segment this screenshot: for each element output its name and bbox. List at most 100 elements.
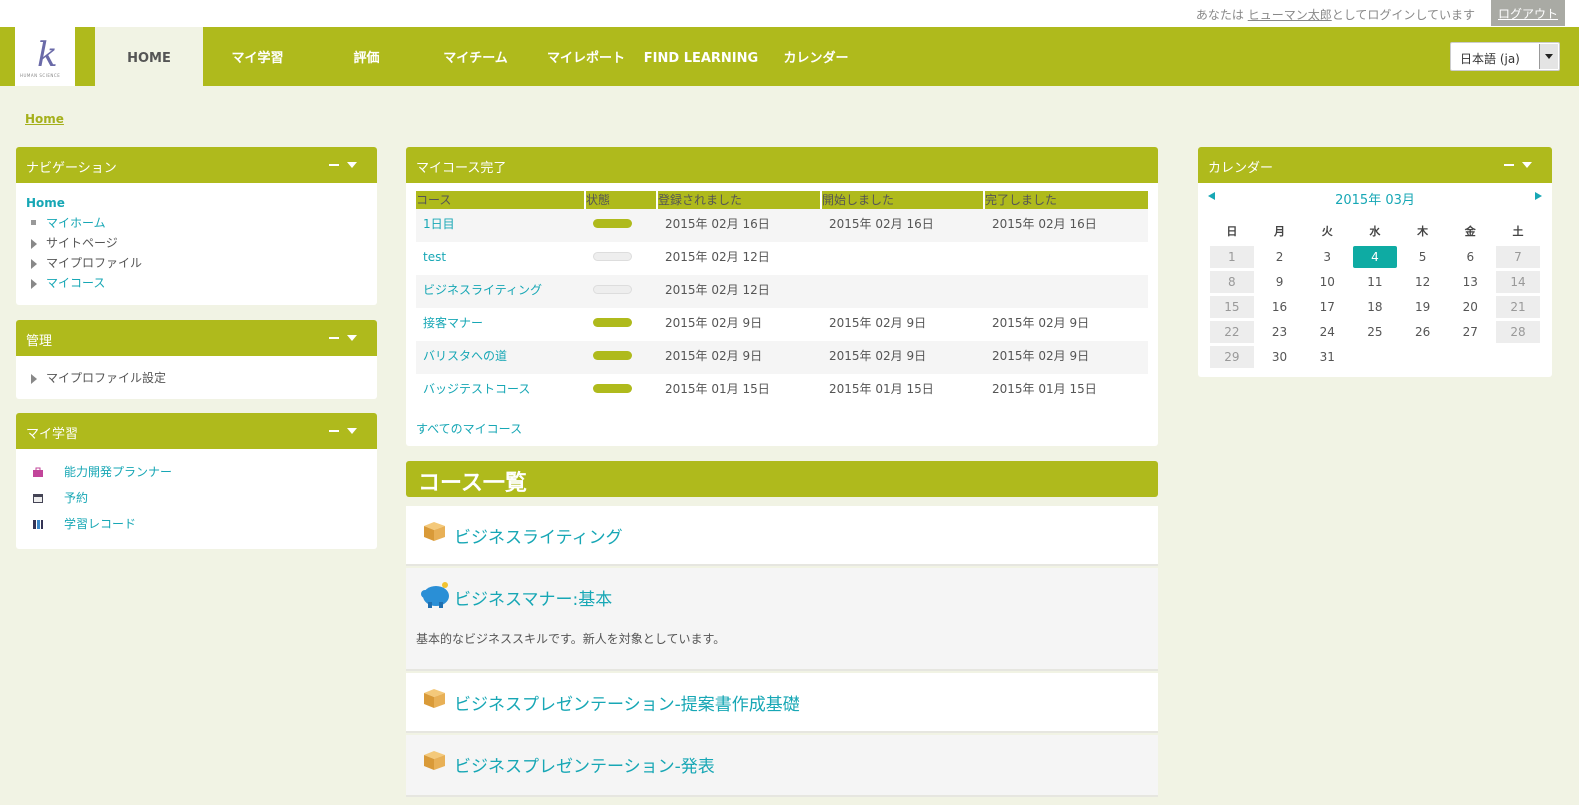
course-link[interactable]: 接客マナー [416, 308, 586, 341]
collapse-icon[interactable] [329, 336, 339, 339]
chevron-down-icon[interactable] [1539, 44, 1558, 69]
calendar-empty-cell [1446, 346, 1494, 371]
calendar-day[interactable]: 16 [1256, 296, 1304, 321]
enrolled-date-cell: 2015年 02月 12日 [665, 283, 770, 297]
column-header-enrolled[interactable]: 登録されました [658, 191, 822, 209]
course-name-link[interactable]: ビジネスマナー:基本 [454, 585, 612, 610]
expand-arrow-icon[interactable] [31, 259, 37, 269]
my-learning-records[interactable]: 学習レコード [30, 513, 363, 539]
box-icon [424, 751, 445, 770]
calendar-day[interactable]: 2 [1256, 246, 1304, 271]
all-my-courses-link[interactable]: すべてのマイコース [416, 420, 522, 437]
calendar-day[interactable]: 7 [1496, 246, 1540, 268]
course-link[interactable]: ビジネスライティング [416, 275, 586, 308]
calendar-day[interactable]: 30 [1256, 346, 1304, 371]
calendar-day[interactable]: 27 [1446, 321, 1494, 346]
collapse-icon[interactable] [329, 163, 339, 166]
course-card: ビジネスマナー:基本 基本的なビジネススキルです。新人を対象としています。 [406, 568, 1158, 671]
calendar-month-link[interactable]: 2015年 03月 [1198, 189, 1552, 208]
column-header-status[interactable]: 状態 [586, 191, 658, 209]
column-header-completed[interactable]: 完了しました [985, 191, 1148, 209]
chevron-down-icon[interactable] [347, 334, 357, 341]
nav-my-team[interactable]: マイチーム [421, 27, 530, 86]
calendar-day[interactable]: 17 [1303, 296, 1351, 321]
course-list-header: コース一覧 [406, 461, 1158, 497]
course-link[interactable]: test [416, 242, 586, 275]
my-learning-label[interactable]: 能力開発プランナー [64, 465, 172, 479]
nav-my-learning[interactable]: マイ学習 [203, 27, 312, 86]
my-learning-planner[interactable]: 能力開発プランナー [30, 461, 363, 487]
expand-arrow-icon[interactable] [31, 239, 37, 249]
course-name-link[interactable]: ビジネスライティング [454, 523, 623, 548]
collapse-icon[interactable] [1504, 163, 1514, 166]
calendar-day[interactable]: 21 [1496, 296, 1540, 318]
nav-tree-my-courses[interactable]: マイコース [26, 273, 367, 293]
next-month-icon[interactable] [1535, 192, 1542, 200]
expand-arrow-icon[interactable] [31, 374, 37, 384]
nav-find-learning[interactable]: FIND LEARNING [642, 27, 760, 86]
calendar-day[interactable]: 19 [1399, 296, 1447, 321]
course-name-link[interactable]: ビジネスプレゼンテーション-発表 [454, 752, 715, 777]
nav-tree-site-pages[interactable]: サイトページ [26, 233, 367, 253]
calendar-day[interactable]: 1 [1210, 246, 1254, 268]
nav-tree-home[interactable]: Home [26, 196, 367, 210]
calendar-day[interactable]: 31 [1303, 346, 1351, 371]
nav-tree-my-home[interactable]: マイホーム [26, 213, 367, 233]
column-header-started[interactable]: 開始しました [822, 191, 985, 209]
calendar-day[interactable]: 3 [1303, 246, 1351, 271]
completion-block-header: マイコース完了 [406, 147, 1158, 183]
my-learning-block-title: マイ学習 [26, 427, 79, 442]
box-icon [424, 689, 445, 708]
course-link[interactable]: 1日目 [416, 209, 586, 242]
my-learning-label[interactable]: 予約 [64, 491, 88, 505]
calendar-day[interactable]: 5 [1399, 246, 1447, 271]
nav-appraisal[interactable]: 評価 [312, 27, 421, 86]
calendar-day[interactable]: 23 [1256, 321, 1304, 346]
logout-button[interactable]: ログアウト [1490, 0, 1565, 26]
calendar-day[interactable]: 9 [1256, 271, 1304, 296]
chevron-down-icon[interactable] [347, 161, 357, 168]
course-name-link[interactable]: ビジネスプレゼンテーション-提案書作成基礎 [454, 690, 800, 715]
calendar-day[interactable]: 18 [1351, 296, 1399, 321]
calendar-day[interactable]: 4 [1353, 246, 1397, 268]
calendar-day[interactable]: 13 [1446, 271, 1494, 296]
nav-home[interactable]: HOME [95, 27, 203, 86]
nav-calendar[interactable]: カレンダー [760, 27, 872, 86]
calendar-day[interactable]: 8 [1210, 271, 1254, 293]
calendar-day[interactable]: 12 [1399, 271, 1447, 296]
collapse-icon[interactable] [329, 429, 339, 432]
expand-arrow-icon[interactable] [31, 279, 37, 289]
column-header-course[interactable]: コース [416, 191, 586, 209]
calendar-day[interactable]: 28 [1496, 321, 1540, 343]
calendar-day[interactable]: 24 [1303, 321, 1351, 346]
calendar-day[interactable]: 26 [1399, 321, 1447, 346]
calendar-day[interactable]: 29 [1210, 346, 1254, 368]
completed-date-cell [985, 242, 1148, 275]
weekday-label: 水 [1369, 225, 1381, 238]
my-learning-label[interactable]: 学習レコード [64, 517, 136, 531]
weekday-label: 火 [1321, 225, 1333, 238]
admin-profile-settings[interactable]: マイプロファイル設定 [26, 368, 367, 388]
chevron-down-icon[interactable] [347, 427, 357, 434]
language-select[interactable]: 日本語 (ja) [1450, 42, 1560, 71]
calendar-day[interactable]: 20 [1446, 296, 1494, 321]
calendar-day[interactable]: 22 [1210, 321, 1254, 343]
my-learning-bookings[interactable]: 予約 [30, 487, 363, 513]
course-link[interactable]: バッジテストコース [416, 374, 586, 407]
calendar-day[interactable]: 14 [1496, 271, 1540, 293]
table-row: バリスタへの道 2015年 02月 9日 2015年 02月 9日 2015年 02月… [416, 341, 1148, 374]
user-name-link[interactable]: ヒューマン太郎 [1248, 8, 1332, 22]
calendar-day[interactable]: 10 [1303, 271, 1351, 296]
nav-tree-my-profile[interactable]: マイプロファイル [26, 253, 367, 273]
nav-my-reports[interactable]: マイレポート [530, 27, 642, 86]
calendar-day[interactable]: 6 [1446, 246, 1494, 271]
breadcrumb-home[interactable]: Home [25, 112, 64, 126]
course-link[interactable]: バリスタへの道 [416, 341, 586, 374]
table-row: test 2015年 02月 12日 [416, 242, 1148, 275]
chevron-down-icon[interactable] [1522, 161, 1532, 168]
calendar-day[interactable]: 25 [1351, 321, 1399, 346]
site-logo[interactable]: k HUMAN SCIENCE [15, 27, 75, 86]
calendar-day[interactable]: 15 [1210, 296, 1254, 318]
calendar-day[interactable]: 11 [1351, 271, 1399, 296]
calendar-block-header: カレンダー [1198, 147, 1552, 183]
